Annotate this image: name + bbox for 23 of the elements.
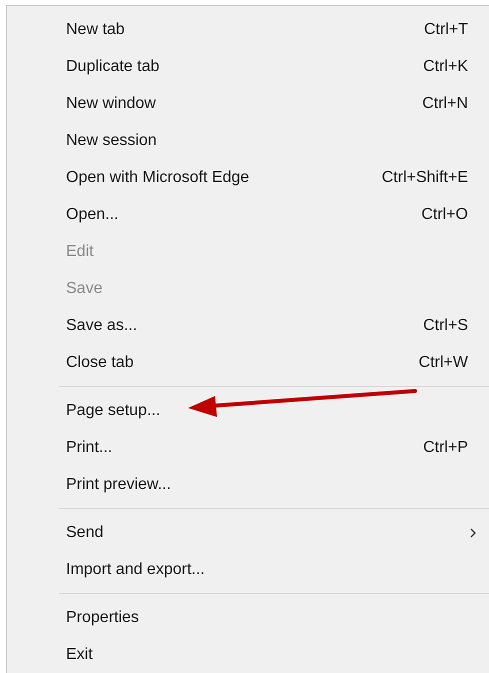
shortcut-label: Ctrl+P — [423, 438, 468, 458]
menu-item[interactable]: Print... Ctrl+P — [7, 429, 489, 466]
shortcut-label: Ctrl+T — [424, 20, 468, 40]
menu-item[interactable]: New session — [7, 122, 489, 159]
menu-item[interactable]: Properties — [7, 599, 489, 636]
shortcut-label: Ctrl+O — [421, 204, 468, 224]
menu-item[interactable]: Exit — [7, 636, 489, 673]
menu-item[interactable]: Save as... Ctrl+S — [7, 307, 489, 344]
shortcut-label: Ctrl+N — [422, 94, 468, 114]
menu-item[interactable]: Print preview... — [7, 466, 489, 503]
menu-item[interactable]: Close tab Ctrl+W — [7, 344, 489, 381]
menu-item[interactable]: Open... Ctrl+O — [7, 196, 489, 233]
menu-item[interactable]: Duplicate tab Ctrl+K — [7, 48, 489, 85]
menu-item[interactable]: Open with Microsoft Edge Ctrl+Shift+E — [7, 159, 489, 196]
shortcut-label: Ctrl+W — [418, 352, 468, 372]
menu-item[interactable]: Import and export... — [7, 551, 489, 588]
menu-item[interactable]: New tab Ctrl+T — [7, 11, 489, 48]
shortcut-label: Ctrl+S — [423, 316, 468, 336]
menu-item[interactable]: New window Ctrl+N — [7, 85, 489, 122]
shortcut-label: Ctrl+Shift+E — [382, 168, 468, 188]
shortcut-label: Ctrl+K — [423, 56, 468, 76]
menu-item[interactable]: Send — [7, 514, 489, 551]
menu-item[interactable]: Page setup... — [7, 392, 489, 429]
